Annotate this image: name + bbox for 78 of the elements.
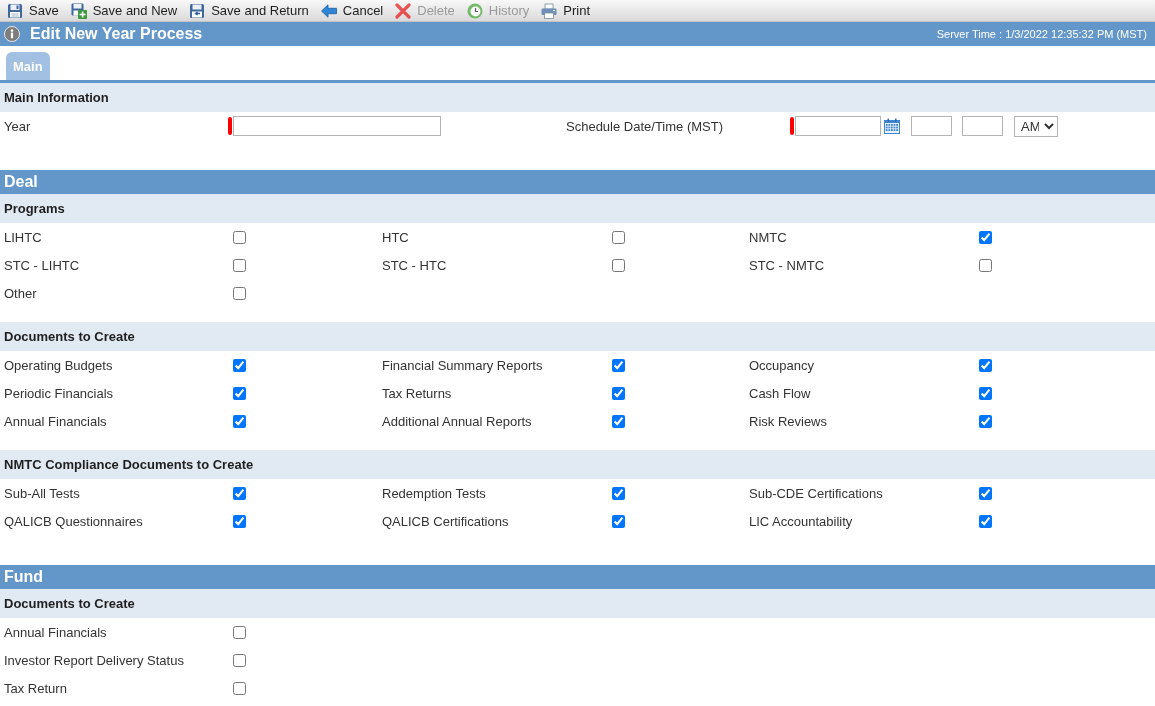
option-label: QALICB Certifications xyxy=(381,513,510,529)
option-label: HTC xyxy=(381,229,410,245)
checkbox[interactable] xyxy=(979,386,992,400)
checkbox[interactable] xyxy=(233,514,246,528)
checkbox[interactable] xyxy=(979,514,992,528)
page-title: Edit New Year Process xyxy=(30,25,203,43)
checkbox[interactable] xyxy=(233,386,246,400)
option-label: STC - LIHTC xyxy=(3,257,81,273)
cross-icon xyxy=(395,2,412,19)
checkbox[interactable] xyxy=(233,230,246,244)
date-input[interactable] xyxy=(795,116,881,136)
option-label: Financial Summary Reports xyxy=(381,357,544,373)
save-button[interactable]: Save xyxy=(3,0,63,21)
checkbox[interactable] xyxy=(979,414,992,428)
option-label: STC - NMTC xyxy=(748,257,826,273)
info-icon xyxy=(4,26,20,42)
server-time: Server Time : 1/3/2022 12:35:32 PM (MST) xyxy=(936,28,1147,40)
option-label: Occupancy xyxy=(748,357,816,373)
checkbox[interactable] xyxy=(233,653,246,667)
checkbox[interactable] xyxy=(233,486,246,500)
checkbox[interactable] xyxy=(233,358,246,372)
checkbox[interactable] xyxy=(612,486,625,500)
section-heading: NMTC Compliance Documents to Create xyxy=(0,450,1155,479)
option-label: LIC Accountability xyxy=(748,513,854,529)
clock-icon xyxy=(466,2,483,19)
checkbox[interactable] xyxy=(979,486,992,500)
checkbox[interactable] xyxy=(233,414,246,428)
checkbox[interactable] xyxy=(612,514,625,528)
meridiem-select[interactable]: AM xyxy=(1014,115,1058,137)
group-heading: Deal xyxy=(0,170,1155,194)
checkbox[interactable] xyxy=(612,258,625,272)
checkbox[interactable] xyxy=(612,414,625,428)
checkbox[interactable] xyxy=(979,358,992,372)
minute-input[interactable] xyxy=(962,116,1003,136)
checkbox[interactable] xyxy=(612,358,625,372)
option-label: Periodic Financials xyxy=(3,385,115,401)
section-heading: Documents to Create xyxy=(0,322,1155,351)
option-label: Risk Reviews xyxy=(748,413,828,429)
hour-input[interactable] xyxy=(911,116,952,136)
option-label: Redemption Tests xyxy=(381,485,487,501)
group-heading: Fund xyxy=(0,565,1155,589)
option-label: Tax Returns xyxy=(381,385,453,401)
option-label: Tax Return xyxy=(3,680,68,696)
checkbox[interactable] xyxy=(233,625,246,639)
option-label: QALICB Questionnaires xyxy=(3,513,144,529)
section-heading: Documents to Create xyxy=(0,589,1155,618)
option-label: Operating Budgets xyxy=(3,357,114,373)
option-label: Cash Flow xyxy=(748,385,812,401)
option-label: Sub-All Tests xyxy=(3,485,81,501)
print-button[interactable]: Print xyxy=(537,0,594,21)
option-label: STC - HTC xyxy=(381,257,448,273)
section-heading: Programs xyxy=(0,194,1155,223)
option-label: Investor Report Delivery Status xyxy=(3,652,185,668)
option-label: Sub-CDE Certifications xyxy=(748,485,884,501)
save-and-new-button[interactable]: Save and New xyxy=(66,0,182,21)
checkbox[interactable] xyxy=(233,681,246,695)
checkbox[interactable] xyxy=(979,230,992,244)
option-label: Annual Financials xyxy=(3,624,108,640)
option-label: Additional Annual Reports xyxy=(381,413,533,429)
option-label: LIHTC xyxy=(3,229,43,245)
year-input[interactable] xyxy=(233,116,441,136)
field-label: Schedule Date/Time (MST) xyxy=(565,118,724,134)
section-heading: Main Information xyxy=(0,83,1155,112)
option-label: Annual Financials xyxy=(3,413,108,429)
checkbox[interactable] xyxy=(233,286,246,300)
option-label: NMTC xyxy=(748,229,788,245)
field-label: Year xyxy=(3,118,32,134)
left-arrow-icon xyxy=(320,3,337,18)
save-and-return-button[interactable]: Save and Return xyxy=(185,0,313,21)
checkbox[interactable] xyxy=(612,386,625,400)
floppy-plus-icon xyxy=(70,2,87,19)
cancel-button[interactable]: Cancel xyxy=(316,0,388,21)
calendar-icon[interactable] xyxy=(884,118,900,134)
printer-icon xyxy=(541,2,558,19)
option-label: Other xyxy=(3,285,38,301)
checkbox[interactable] xyxy=(979,258,992,272)
checkbox[interactable] xyxy=(233,258,246,272)
checkbox[interactable] xyxy=(612,230,625,244)
